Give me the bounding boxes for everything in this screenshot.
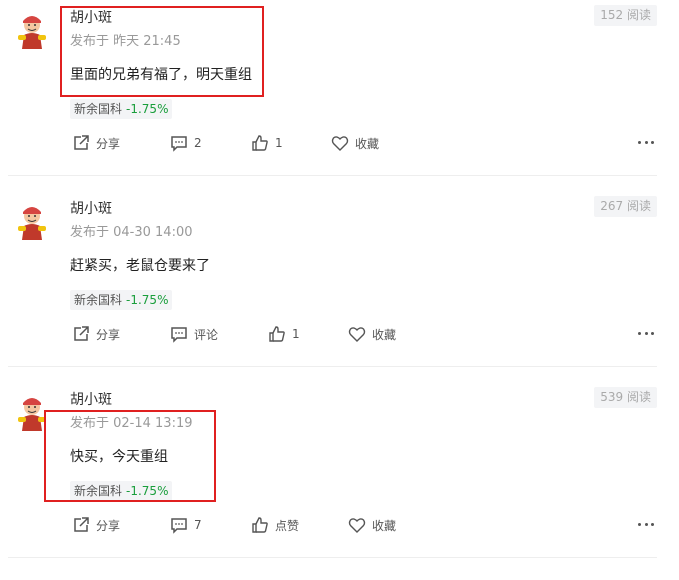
favorite-label: 收藏 bbox=[372, 327, 397, 342]
comment-button[interactable]: 评论 bbox=[170, 324, 218, 344]
share-icon bbox=[74, 517, 89, 532]
stock-change: -1.75% bbox=[126, 102, 169, 116]
more-options-icon[interactable] bbox=[638, 523, 654, 527]
author-name[interactable]: 胡小斑 bbox=[70, 200, 112, 218]
share-label: 分享 bbox=[96, 518, 121, 533]
thumbs-up-icon bbox=[252, 517, 268, 533]
heart-icon bbox=[331, 136, 349, 151]
like-button[interactable]: 1 bbox=[251, 133, 283, 153]
heart-icon bbox=[348, 518, 366, 533]
avatar[interactable] bbox=[14, 204, 50, 240]
stock-name: 新余国科 bbox=[74, 102, 123, 116]
favorite-button[interactable]: 收藏 bbox=[331, 133, 379, 153]
share-label: 分享 bbox=[96, 136, 121, 151]
favorite-button[interactable]: 收藏 bbox=[348, 515, 396, 535]
like-button[interactable]: 1 bbox=[268, 324, 300, 344]
avatar[interactable] bbox=[14, 13, 50, 49]
stock-tag[interactable]: 新余国科 -1.75% bbox=[70, 99, 173, 119]
heart-icon bbox=[348, 327, 366, 342]
comment-label: 评论 bbox=[194, 327, 219, 342]
share-icon bbox=[74, 326, 89, 341]
thumbs-up-icon bbox=[269, 326, 285, 342]
comment-count: 7 bbox=[194, 518, 202, 532]
like-count: 1 bbox=[275, 136, 283, 150]
read-count: 267 阅读 bbox=[594, 196, 657, 217]
comment-icon bbox=[171, 327, 187, 343]
comment-icon bbox=[171, 136, 187, 152]
more-options-icon[interactable] bbox=[638, 141, 654, 145]
comment-count: 2 bbox=[194, 136, 202, 150]
share-button[interactable]: 分享 bbox=[72, 515, 120, 535]
post-feed: 胡小斑 发布于 昨天 21:45 里面的兄弟有福了，明天重组 新余国科 -1.75… bbox=[0, 0, 679, 580]
share-icon bbox=[74, 135, 89, 150]
highlight-box bbox=[44, 410, 216, 502]
share-label: 分享 bbox=[96, 327, 121, 342]
like-label: 点赞 bbox=[275, 518, 300, 533]
comment-icon bbox=[171, 518, 187, 534]
comment-button[interactable]: 2 bbox=[170, 133, 202, 153]
divider bbox=[8, 557, 657, 558]
thumbs-up-icon bbox=[252, 135, 268, 151]
like-button[interactable]: 点赞 bbox=[251, 515, 299, 535]
share-button[interactable]: 分享 bbox=[72, 133, 120, 153]
comment-button[interactable]: 7 bbox=[170, 515, 202, 535]
favorite-label: 收藏 bbox=[372, 518, 397, 533]
publish-time: 发布于 04-30 14:00 bbox=[70, 225, 193, 240]
more-options-icon[interactable] bbox=[638, 332, 654, 336]
post-card: 胡小斑 发布于 04-30 14:00 赶紧买，老鼠仓要来了 新余国科 -1.75… bbox=[0, 191, 679, 382]
post-content[interactable]: 赶紧买，老鼠仓要来了 bbox=[70, 255, 210, 277]
read-count: 539 阅读 bbox=[594, 387, 657, 408]
divider bbox=[8, 366, 657, 367]
share-button[interactable]: 分享 bbox=[72, 324, 120, 344]
divider bbox=[8, 175, 657, 176]
stock-change: -1.75% bbox=[126, 293, 169, 307]
like-count: 1 bbox=[292, 327, 300, 341]
read-count: 152 阅读 bbox=[594, 5, 657, 26]
favorite-button[interactable]: 收藏 bbox=[348, 324, 396, 344]
author-name[interactable]: 胡小斑 bbox=[70, 391, 112, 409]
stock-name: 新余国科 bbox=[74, 293, 123, 307]
favorite-label: 收藏 bbox=[355, 136, 380, 151]
stock-tag[interactable]: 新余国科 -1.75% bbox=[70, 290, 173, 310]
highlight-box bbox=[60, 6, 264, 97]
